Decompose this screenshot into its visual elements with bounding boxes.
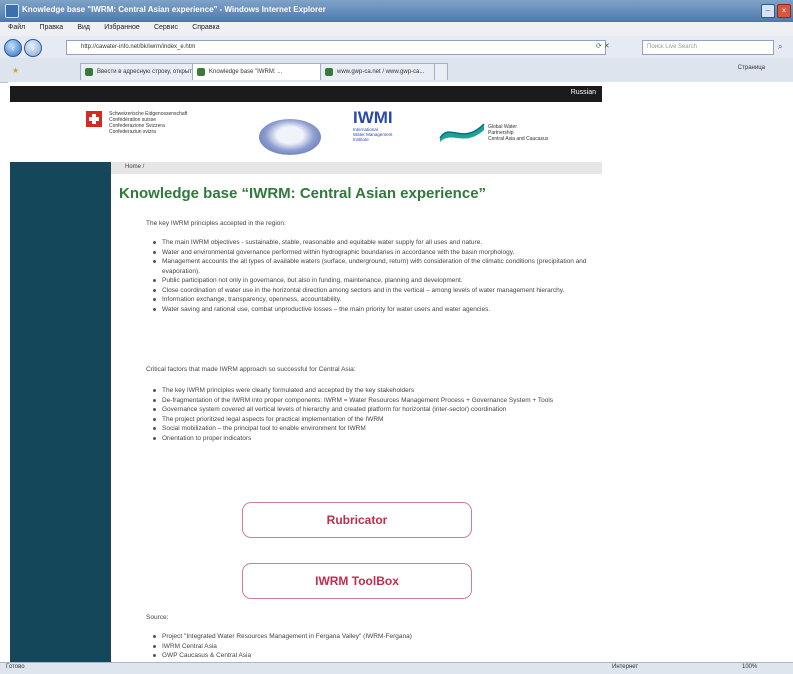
status-text: Готово [6,664,25,670]
swiss-confederation-text: Schweizerische Eidgenossenschaft Confédé… [109,111,188,135]
ie-icon [5,4,19,18]
forward-button[interactable]: › [24,39,42,57]
security-zone: Интернет [612,664,639,670]
tab-3[interactable]: www.gwp-ca.net / www.gwp-ca... [320,63,448,80]
iwmi-logo-subtext: International Water Management Institute [353,127,393,142]
status-bar: Готово Интернет 100% [0,662,793,674]
russian-link[interactable]: Russian [571,89,596,96]
iwrm-toolbox-button[interactable]: IWRM ToolBox [242,563,472,599]
list-item: The key IWRM principles were clearly for… [153,386,610,396]
window-titlebar: Knowledge base "IWRM: Central Asian expe… [0,0,793,22]
rubricator-button[interactable]: Rubricator [242,502,472,538]
list-item: The project prioritized legal aspects fo… [153,415,610,425]
page-icon [197,68,205,76]
principles-intro: The key IWRM principles accepted in the … [146,220,286,227]
favorites-star-icon[interactable]: ★ [12,66,19,75]
menu-tools[interactable]: Сервис [150,22,182,33]
source-link[interactable]: Project "Integrated Water Resources Mana… [153,632,610,642]
principles-list: The main IWRM objectives - sustainable, … [152,238,610,314]
tab-1[interactable]: Ввести в адресную строку, открыть... [80,63,206,80]
menu-help[interactable]: Справка [188,22,223,33]
sources-list: Project "Integrated Water Resources Mana… [152,632,610,661]
list-item: Information exchange, transparency, open… [153,295,610,305]
list-item: Social mobilization – the principal tool… [153,424,610,434]
list-item: Water saving and rational use, combat un… [153,305,610,315]
breadcrumb-home-link[interactable]: Home / [125,164,144,170]
factors-list: The key IWRM principles were clearly for… [152,386,610,443]
list-item: Close coordination of water use in the h… [153,286,610,296]
page-title: Knowledge base “IWRM: Central Asian expe… [119,185,487,202]
list-item: The main IWRM objectives - sustainable, … [153,238,610,248]
gwp-logo: Global Water Partnership Central Asia an… [438,118,548,148]
factors-intro: Critical factors that made IWRM approach… [146,366,356,373]
list-item: Public participation not only in governa… [153,276,610,286]
page-menu[interactable]: Страница [738,65,765,71]
page-icon [85,68,93,76]
new-tab-button[interactable] [434,63,448,80]
tab-label: Ввести в адресную строку, открыть... [97,69,201,75]
minimize-button[interactable]: – [761,4,775,18]
list-item: Management accounts the all types of ava… [153,257,610,276]
list-item: De-fragmentation of the IWRM into proper… [153,396,610,406]
gwp-logo-text: Global Water Partnership Central Asia an… [488,124,549,142]
tab-label: Knowledge base "IWRM: ... [209,69,283,75]
breadcrumb: Home / [111,162,602,174]
refresh-icon[interactable]: ⟳ ✕ [596,42,634,52]
menu-edit[interactable]: Правка [35,22,67,33]
zoom-level[interactable]: 100% [742,664,757,670]
menu-favorites[interactable]: Избранное [100,22,143,33]
gwp-wave-icon [439,123,485,142]
iwmi-logo: IWMI International Water Management Inst… [353,109,413,149]
search-input[interactable]: Поиск Live Search [642,40,774,55]
left-sidebar [10,162,111,662]
menu-view[interactable]: Вид [73,22,94,33]
page-icon [325,68,333,76]
window-title: Knowledge base "IWRM: Central Asian expe… [22,5,326,14]
site-top-strip: Russian [10,86,602,102]
iwmi-logo-text: IWMI [353,108,393,127]
sources-label: Source: [146,614,169,621]
source-link[interactable]: IWRM Central Asia [153,642,610,652]
swiss-flag-logo [86,111,102,127]
icwc-emblem-logo [259,119,321,155]
back-button[interactable]: ‹ [4,39,22,57]
list-item: Orientation to proper indicators [153,434,610,444]
tab-2-active[interactable]: Knowledge base "IWRM: ... [192,63,334,80]
tab-label: www.gwp-ca.net / www.gwp-ca... [337,69,425,75]
tab-bar: ★ Ввести в адресную строку, открыть... K… [0,58,793,83]
menu-file[interactable]: Файл [4,22,29,33]
list-item: Water and environmental governance perfo… [153,248,610,258]
url-field[interactable]: http://cawater-info.net/bk/iwrm/index_e.… [66,40,606,55]
search-icon[interactable]: ⌕ [778,42,782,52]
menu-bar: Файл Правка Вид Избранное Сервис Справка [0,22,793,37]
list-item: Governance system covered all vertical l… [153,405,610,415]
close-button[interactable]: × [777,4,791,18]
address-bar: ‹ › http://cawater-info.net/bk/iwrm/inde… [0,36,793,59]
source-link[interactable]: GWP Caucasus & Central Asia [153,651,610,661]
